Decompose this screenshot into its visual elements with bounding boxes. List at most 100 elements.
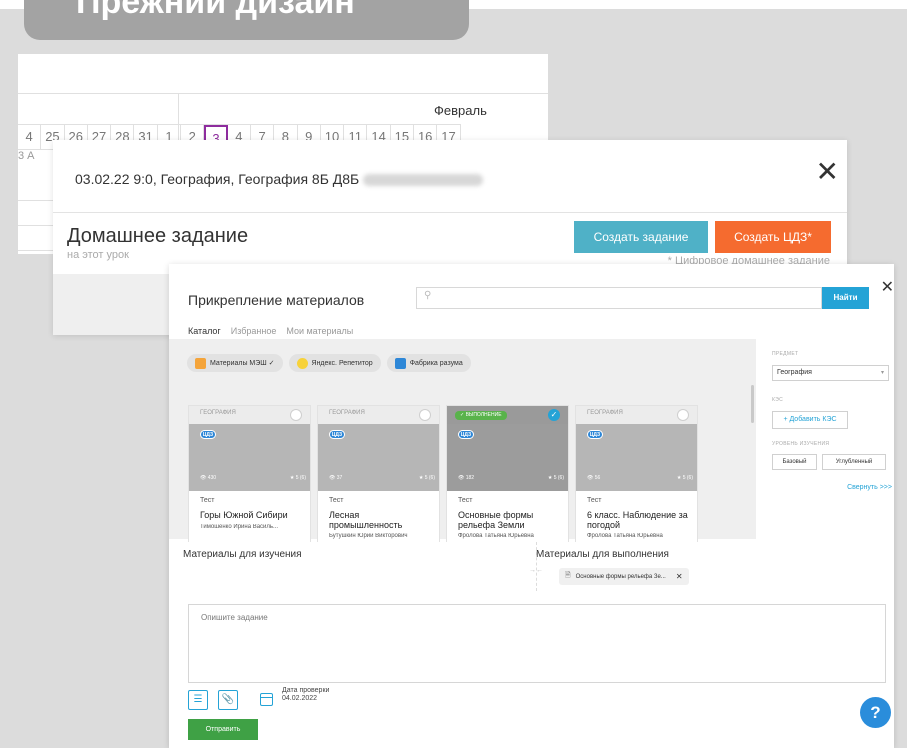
create-cdz-button[interactable]: Создать ЦДЗ* — [715, 221, 831, 253]
card-author: Тимошенко Ирина Василь... — [200, 524, 279, 530]
lesson-divider — [53, 212, 847, 213]
card-author: Фролова Татьяна Юрьевна — [458, 533, 534, 539]
scrollbar-thumb[interactable] — [751, 385, 754, 423]
document-icon: 🗎 — [565, 572, 571, 579]
blurred-teacher-name — [363, 174, 484, 187]
select-radio[interactable] — [290, 409, 302, 421]
card-author: Фролова Татьяна Юрьевна — [587, 533, 663, 539]
card-name: Основные формы рельефа Земли — [458, 510, 534, 530]
paperclip-icon[interactable]: 📎 — [218, 690, 238, 710]
calendar-month: Февраль — [434, 103, 487, 118]
homework-title: Домашнее задание — [67, 225, 249, 247]
calendar-weekday-row: 3 А — [18, 150, 35, 162]
card-stats: 👁 430 ★ 5 (6) — [200, 475, 306, 481]
task-description-field[interactable]: Опишите задание — [188, 604, 886, 683]
calendar-divider — [18, 93, 548, 94]
collapse-link[interactable]: Свернуть >>> — [847, 484, 892, 491]
create-task-button[interactable]: Создать задание — [574, 221, 708, 253]
rating: ★ 5 (6) — [676, 475, 693, 481]
help-button[interactable]: ? — [860, 697, 891, 728]
check-date-label: Дата проверки — [282, 687, 330, 694]
select-radio[interactable] — [677, 409, 689, 421]
rating: ★ 5 (6) — [547, 475, 564, 481]
check-date-value: 04.02.2022 — [282, 695, 318, 702]
source-filters: Материалы МЭШ ✓ Яндекс. Репетитор Фабрик… — [187, 354, 471, 372]
rating: ★ 5 (6) — [289, 475, 306, 481]
search-icon: ⚲ — [424, 290, 432, 301]
level-advanced-button[interactable]: Углубленный — [822, 454, 886, 470]
subject-select[interactable]: География ▾ — [772, 365, 889, 381]
send-button[interactable]: Отправить — [188, 719, 258, 740]
card-name: Горы Южной Сибири — [200, 510, 288, 520]
views-count: 👁 56 — [587, 475, 601, 481]
check-icon[interactable]: ✓ — [548, 409, 560, 421]
execution-badge: ✓ ВЫПОЛНЕНИЕ — [455, 411, 507, 420]
cdz-badge: ЦДЗ — [587, 430, 603, 439]
filter-sidebar: ПРЕДМЕТ География ▾ КЭС + Добавить КЭС У… — [764, 339, 894, 539]
add-kes-button[interactable]: + Добавить КЭС — [772, 411, 848, 429]
material-cards: ГЕОГРАФИЯ ЦДЗ 👁 430 ★ 5 (6) Тест Горы Юж… — [188, 405, 698, 545]
source-fabrika[interactable]: Фабрика разума — [386, 354, 471, 372]
attach-materials-modal: Прикрепление материалов ⚲ Найти ✕ Катало… — [169, 264, 894, 748]
card-subject: ГЕОГРАФИЯ — [329, 410, 365, 416]
chip-label: Основные формы рельефа Зе... — [575, 573, 666, 580]
lesson-title: 03.02.22 9:0, География, География 8Б Д8… — [75, 171, 484, 187]
calendar-rows — [18, 176, 58, 251]
chevron-down-icon: ▾ — [880, 370, 884, 376]
material-card[interactable]: ГЕОГРАФИЯ ЦДЗ 👁 37 ★ 5 (6) Тест Лесная п… — [317, 405, 440, 545]
source-label: Материалы МЭШ ✓ — [210, 360, 275, 367]
calendar-row — [18, 176, 58, 201]
calendar-day[interactable]: 4 — [18, 125, 42, 149]
card-name: 6 класс. Наблюдение за погодой — [587, 510, 688, 530]
card-stats: 👁 182 ★ 5 (6) — [458, 475, 564, 481]
task-panel: Материалы для изучения →← Материалы для … — [169, 542, 894, 748]
material-card-selected[interactable]: ✓ ВЫПОЛНЕНИЕ ✓ ЦДЗ 👁 182 ★ 5 (6) Тест Ос… — [446, 405, 569, 545]
level-label: УРОВЕНЬ ИЗУЧЕНИЯ — [772, 441, 830, 447]
card-type: Тест — [587, 497, 602, 504]
card-type: Тест — [458, 497, 473, 504]
mesh-icon — [195, 357, 206, 369]
settings-sliders-icon[interactable]: ☰ — [188, 690, 208, 710]
lesson-title-text: 03.02.22 9:0, География, География 8Б Д8… — [75, 171, 360, 187]
card-stats: 👁 37 ★ 5 (6) — [329, 475, 435, 481]
search-input[interactable]: ⚲ — [416, 287, 822, 309]
views-count: 👁 182 — [458, 475, 475, 481]
banner: Прежний дизайн — [24, 0, 469, 40]
fabrika-icon — [394, 357, 406, 369]
screenshot-frame: Прежний дизайн Февраль 4 25 26 27 28 31 … — [0, 0, 907, 748]
card-subject: ГЕОГРАФИЯ — [587, 410, 623, 416]
study-materials-title: Материалы для изучения — [183, 549, 302, 560]
card-subject: ГЕОГРАФИЯ — [200, 410, 236, 416]
calendar-row — [18, 201, 58, 226]
source-label: Фабрика разума — [409, 359, 463, 367]
homework-subtitle: на этот урок — [67, 249, 129, 261]
subject-value: География — [777, 369, 812, 376]
close-icon[interactable]: ✕ — [881, 280, 894, 296]
attached-material-chip[interactable]: 🗎 Основные формы рельефа Зе... ✕ — [559, 568, 689, 585]
select-radio[interactable] — [419, 409, 431, 421]
views-count: 👁 37 — [329, 475, 343, 481]
cdz-badge: ЦДЗ — [200, 430, 216, 439]
card-stats: 👁 56 ★ 5 (6) — [587, 475, 693, 481]
source-label: Яндекс. Репетитор — [311, 359, 373, 367]
cdz-badge: ЦДЗ — [329, 430, 345, 439]
source-mesh[interactable]: Материалы МЭШ ✓ — [187, 354, 283, 372]
level-basic-button[interactable]: Базовый — [772, 454, 817, 470]
kes-label: КЭС — [772, 397, 784, 403]
close-icon[interactable]: ✕ — [816, 158, 839, 186]
card-name: Лесная промышленность — [329, 510, 403, 530]
banner-title: Прежний дизайн — [76, 0, 355, 21]
find-button[interactable]: Найти — [822, 287, 869, 309]
subject-label: ПРЕДМЕТ — [772, 351, 799, 357]
description-placeholder: Опишите задание — [201, 613, 268, 622]
material-card[interactable]: ГЕОГРАФИЯ ЦДЗ 👁 430 ★ 5 (6) Тест Горы Юж… — [188, 405, 311, 545]
remove-icon[interactable]: ✕ — [676, 572, 683, 581]
source-yandex[interactable]: Яндекс. Репетитор — [288, 354, 381, 372]
card-type: Тест — [329, 497, 344, 504]
cdz-badge: ЦДЗ — [458, 430, 474, 439]
check-date: Дата проверки 04.02.2022 — [282, 687, 329, 703]
calendar-icon[interactable] — [260, 693, 273, 706]
material-card[interactable]: ГЕОГРАФИЯ ЦДЗ 👁 56 ★ 5 (6) Тест 6 класс.… — [575, 405, 698, 545]
yandex-icon — [296, 357, 308, 369]
arrow-left-icon: →← — [529, 567, 543, 574]
